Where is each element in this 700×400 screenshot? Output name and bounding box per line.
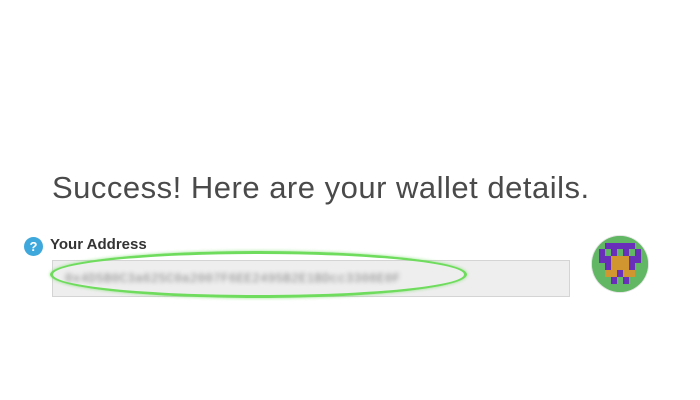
wallet-details-page: Success! Here are your wallet details. ?… — [0, 0, 700, 400]
avatar — [592, 236, 648, 292]
address-value: 0x4D5B0C3a625C0a2007F6EE2495B2E1BDcc3308… — [65, 271, 401, 286]
question-circle-icon[interactable]: ? — [24, 237, 43, 256]
address-label: Your Address — [50, 236, 147, 253]
page-title: Success! Here are your wallet details. — [52, 170, 590, 205]
address-field[interactable]: 0x4D5B0C3a625C0a2007F6EE2495B2E1BDcc3308… — [52, 260, 570, 297]
identicon-icon — [592, 236, 648, 292]
